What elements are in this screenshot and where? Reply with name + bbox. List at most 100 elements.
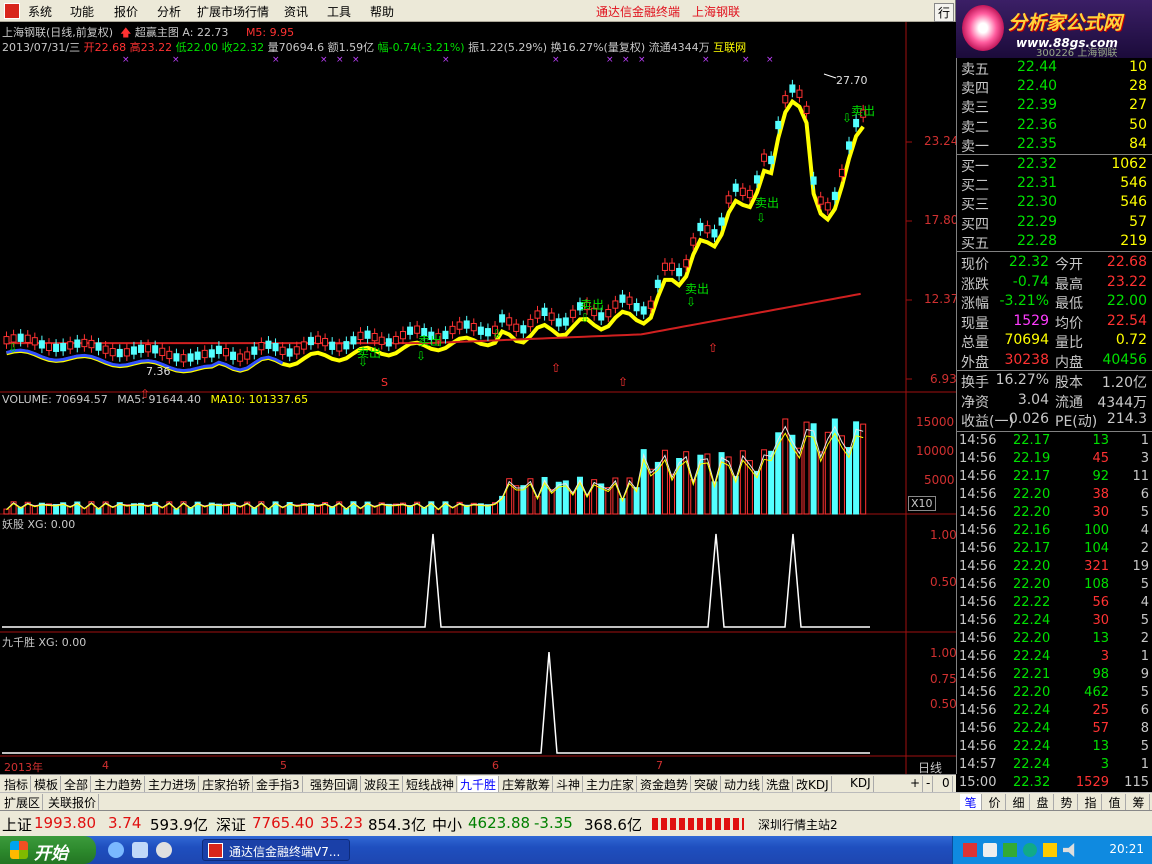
right-tab-1[interactable]: 价	[984, 794, 1006, 810]
indicator-name[interactable]: 超赢主图	[135, 26, 179, 39]
book-divider	[957, 251, 1152, 252]
candle-body	[88, 339, 95, 349]
tick-row: 14:56 22.19 45 3	[957, 451, 1152, 469]
sell-arrow-icon: ⇩	[492, 327, 502, 341]
tab-13[interactable]: 主力庄家	[584, 776, 638, 792]
tab-9[interactable]: 短线战神	[404, 776, 458, 792]
antivirus-icon[interactable]	[1043, 843, 1057, 857]
sell-price[interactable]: 22.40	[1017, 78, 1057, 94]
tab-extension-area[interactable]: 扩展区	[2, 794, 44, 810]
tab-15[interactable]: 突破	[692, 776, 722, 792]
candle-body	[669, 262, 676, 271]
tab-18[interactable]: 改KDJ	[794, 776, 832, 792]
candle-body	[152, 345, 159, 354]
buy-price[interactable]: 22.30	[1017, 194, 1057, 210]
start-button[interactable]: 开始	[0, 836, 96, 864]
menu-system[interactable]: 系统	[28, 3, 52, 20]
tray-app-icon[interactable]	[963, 843, 977, 857]
menu-function[interactable]: 功能	[70, 3, 94, 20]
site-logo: 分析家公式网 www.88gs.com 300226 上海钢联	[955, 0, 1152, 59]
buy-price[interactable]: 22.28	[1017, 233, 1057, 249]
security-icon[interactable]	[1003, 843, 1017, 857]
menu-help[interactable]: 帮助	[370, 3, 394, 20]
candle-body	[201, 349, 208, 359]
stat-value: 4344万	[1097, 394, 1147, 411]
stat-value: -0.74	[1012, 273, 1049, 290]
tab-3[interactable]: 主力趋势	[92, 776, 146, 792]
candle-body	[605, 309, 612, 318]
sell-signal-label: 卖出	[580, 298, 605, 312]
quote-mode-button[interactable]: 行	[934, 3, 955, 22]
candle-body	[683, 259, 690, 268]
candle-body	[74, 339, 81, 348]
browser-icon[interactable]	[108, 842, 124, 858]
stat-value: 40456	[1102, 351, 1147, 368]
candle-body	[293, 346, 300, 355]
tab-control-1[interactable]: -	[924, 776, 934, 792]
menu-quote[interactable]: 报价	[114, 3, 138, 20]
buy-price[interactable]: 22.32	[1017, 156, 1057, 172]
tab-19[interactable]: KDJ	[848, 776, 874, 792]
tab-17[interactable]: 洗盘	[764, 776, 794, 792]
sell-price[interactable]: 22.44	[1017, 59, 1057, 75]
sell-price[interactable]: 22.36	[1017, 117, 1057, 133]
tab-0[interactable]: 指标	[2, 776, 32, 792]
tab-related-quote[interactable]: 关联报价	[46, 794, 100, 810]
tab-10[interactable]: 九千胜	[458, 776, 500, 792]
menu-news[interactable]: 资讯	[284, 3, 308, 20]
tab-6[interactable]: 金手指3	[254, 776, 303, 792]
right-tab-0[interactable]: 笔	[960, 794, 982, 810]
candle-body	[67, 341, 74, 350]
show-desktop-icon[interactable]	[132, 842, 148, 858]
candle-body	[24, 334, 31, 343]
tick-price: 22.16	[1013, 522, 1051, 538]
sell-arrow-icon: ⇩	[8, 341, 18, 355]
right-tab-4[interactable]: 势	[1056, 794, 1078, 810]
buy-row: 买五 22.28 219	[957, 232, 1152, 252]
menu-extended-market[interactable]: 扩展市场行情	[197, 3, 269, 20]
tick-volume: 57	[1092, 720, 1109, 736]
tab-11[interactable]: 庄筹散筹	[500, 776, 554, 792]
tab-7[interactable]: 强势回调	[308, 776, 362, 792]
tick-count: 1	[1140, 648, 1149, 664]
server-label[interactable]: 深圳行情主站2	[758, 816, 838, 833]
tab-control-2[interactable]: 0	[940, 776, 953, 792]
buy-price[interactable]: 22.29	[1017, 214, 1057, 230]
concept-link[interactable]: 互联网	[713, 41, 746, 54]
tab-control-0[interactable]: +	[908, 776, 924, 792]
tab-14[interactable]: 资金趋势	[638, 776, 692, 792]
menu-tools[interactable]: 工具	[327, 3, 351, 20]
close-value: 收22.32	[221, 41, 265, 54]
candle-body	[173, 353, 180, 362]
tab-8[interactable]: 波段王	[362, 776, 404, 792]
right-tab-2[interactable]: 细	[1008, 794, 1030, 810]
sell-label: 卖五	[961, 62, 989, 78]
right-tab-3[interactable]: 盘	[1032, 794, 1054, 810]
buy-price[interactable]: 22.31	[1017, 175, 1057, 191]
tab-1[interactable]: 模板	[32, 776, 62, 792]
candle-body	[222, 348, 229, 357]
volume-ma10: MA10: 101337.65	[210, 393, 309, 406]
tick-volume: 13	[1092, 738, 1109, 754]
sell-price[interactable]: 22.35	[1017, 136, 1057, 152]
stat-label: 换手	[961, 375, 989, 391]
tick-row: 14:56 22.20 108 5	[957, 577, 1152, 595]
tab-2[interactable]: 全部	[62, 776, 92, 792]
right-tab-7[interactable]: 筹	[1128, 794, 1150, 810]
tab-4[interactable]: 主力进场	[146, 776, 200, 792]
update-icon[interactable]	[1023, 843, 1037, 857]
chart-area[interactable]: × × × × × × × × × × × × × × ⇩ ⇩ ⇩ ⇩ ⇩ ⇩ ⇩ ⇩ ⇧ ⇧ ⇧ ⇧ 上海钢联(日线,前复权)…	[0, 22, 958, 775]
right-tab-5[interactable]: 指	[1080, 794, 1102, 810]
volume-icon[interactable]	[1063, 843, 1075, 857]
marker-x-icon: ×	[622, 55, 630, 65]
sell-price[interactable]: 22.39	[1017, 97, 1057, 113]
network-icon[interactable]	[983, 843, 997, 857]
tick-volume: 462	[1084, 684, 1109, 700]
tab-12[interactable]: 斗神	[554, 776, 584, 792]
right-tab-6[interactable]: 值	[1104, 794, 1126, 810]
taskbar-window-button[interactable]: 通达信金融终端V7...	[202, 839, 350, 861]
media-player-icon[interactable]	[156, 842, 172, 858]
menu-analysis[interactable]: 分析	[157, 3, 181, 20]
tab-5[interactable]: 庄家抬轿	[200, 776, 254, 792]
tab-16[interactable]: 动力线	[722, 776, 764, 792]
